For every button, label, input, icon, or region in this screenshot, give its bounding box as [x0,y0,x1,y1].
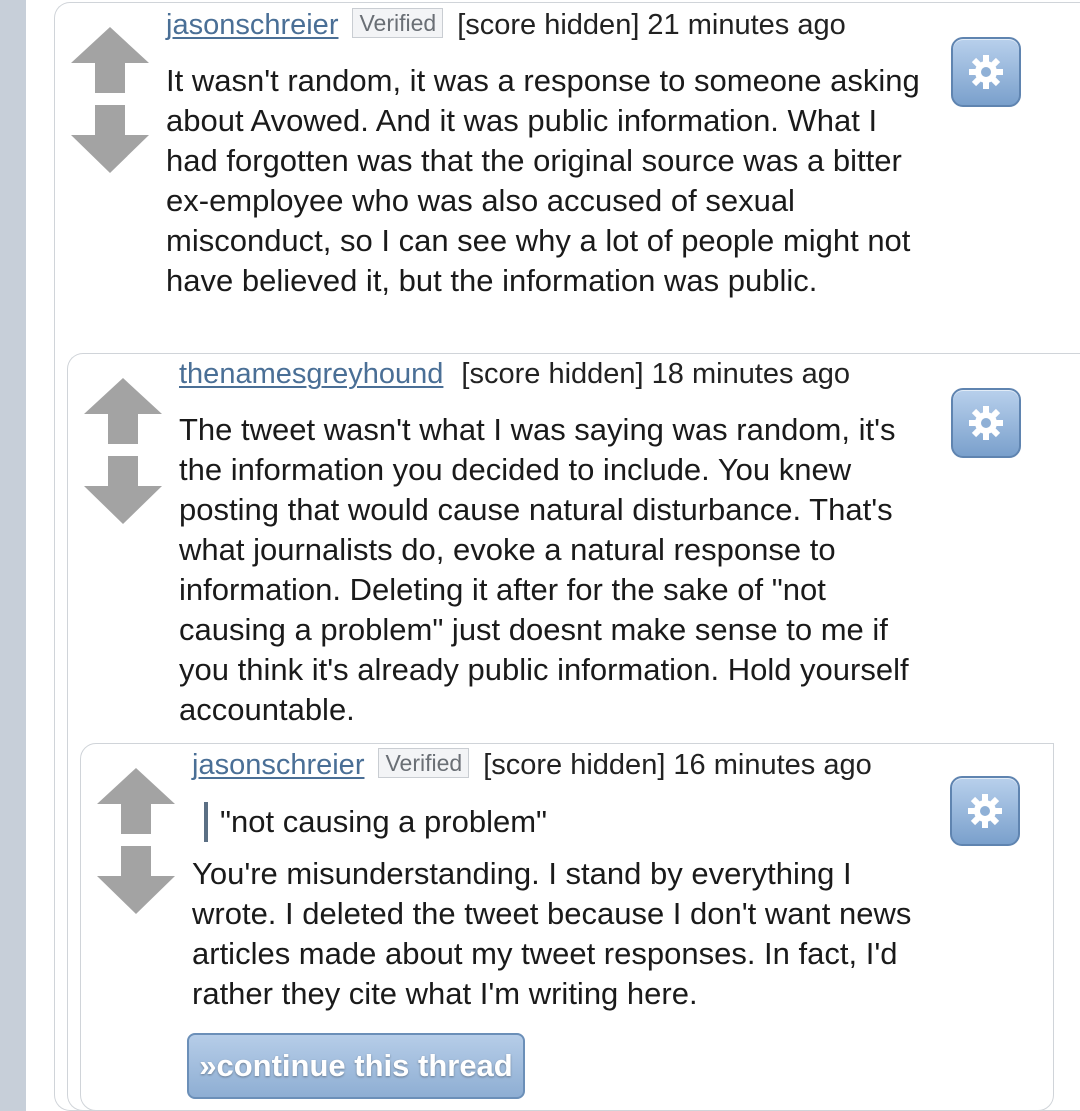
score-time: [score hidden] 18 minutes ago [461,358,850,390]
downvote-arrow-icon[interactable] [95,844,177,918]
vote-column [95,766,177,918]
comment-meta: thenamesgreyhound [score hidden] 18 minut… [179,354,850,394]
upvote-arrow-icon[interactable] [95,766,177,836]
vote-column [82,376,164,528]
settings-button[interactable] [951,37,1021,107]
settings-button[interactable] [950,776,1020,846]
continue-thread-button[interactable]: »continue this thread [187,1033,525,1099]
verified-badge: Verified [378,748,470,778]
score-time: [score hidden] 21 minutes ago [457,9,846,41]
upvote-arrow-icon[interactable] [82,376,164,446]
gear-icon [968,794,1002,828]
comment-text: It wasn't random, it was a response to s… [166,63,920,298]
author-link[interactable]: jasonschreier [166,9,338,41]
vote-column [69,25,151,177]
comment-meta: jasonschreier Verified [score hidden] 16 m… [192,745,872,785]
gear-icon [969,55,1003,89]
comment-3: jasonschreier Verified [score hidden] 16 m… [80,743,1054,1111]
comment-text: You're misunderstanding. I stand by ever… [192,856,912,1011]
comment-body: The tweet wasn't what I was saying was r… [179,410,929,730]
upvote-arrow-icon[interactable] [69,25,151,95]
score-time: [score hidden] 16 minutes ago [483,749,872,781]
comment-body: You're misunderstanding. I stand by ever… [192,854,932,1014]
downvote-arrow-icon[interactable] [82,454,164,528]
comment-text: The tweet wasn't what I was saying was r… [179,412,909,727]
author-link[interactable]: jasonschreier [192,749,364,781]
quoted-text: "not causing a problem" [204,802,547,842]
verified-badge: Verified [352,8,444,38]
comment-meta: jasonschreier Verified [score hidden] 21 m… [166,5,846,45]
author-link[interactable]: thenamesgreyhound [179,358,443,390]
comment-body: It wasn't random, it was a response to s… [166,61,926,301]
gear-icon [969,406,1003,440]
downvote-arrow-icon[interactable] [69,103,151,177]
settings-button[interactable] [951,388,1021,458]
